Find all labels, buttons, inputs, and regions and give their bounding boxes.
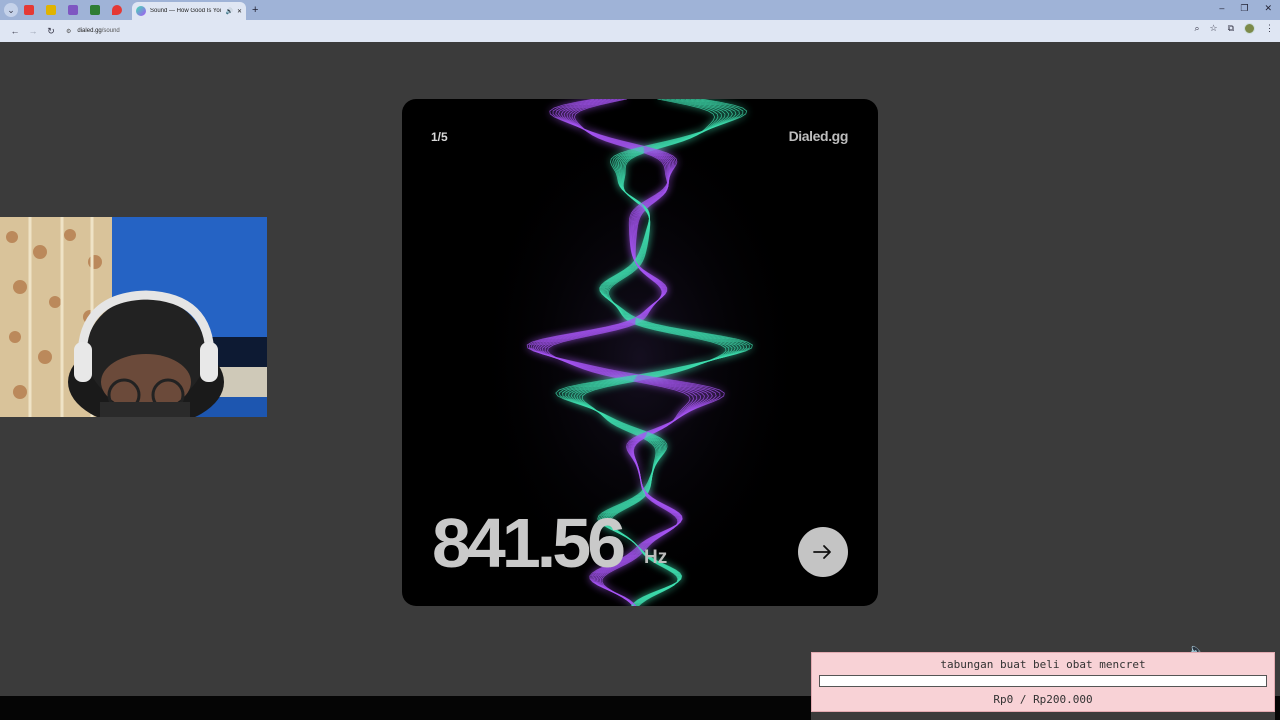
x-app-icon [90, 5, 100, 15]
tab-active[interactable]: Sound — How Good Is You 🔊 ✕ [132, 2, 246, 20]
taskbar-strip [0, 696, 811, 720]
pinned-tab-maps[interactable] [106, 0, 128, 20]
site-favicon-icon [136, 6, 146, 16]
extensions-icon[interactable]: ⧉ [1228, 23, 1234, 34]
profile-avatar[interactable] [1244, 23, 1255, 34]
address-bar[interactable]: ⚙ dialed.gg/sound [66, 28, 120, 35]
pinned-tab-notes[interactable] [40, 0, 62, 20]
browser-menu-icon[interactable]: ⋮ [1265, 23, 1274, 34]
tab-close-icon[interactable]: ✕ [237, 8, 242, 15]
toolbar-actions: ⌕ ☆ ⧉ ⋮ [1194, 23, 1274, 34]
pinned-tab-youtube[interactable] [18, 0, 40, 20]
browser-tabstrip: ⌄ Sound — How Good Is You 🔊 ✕ + – ❐ ✕ [0, 0, 1280, 20]
brand-logo[interactable]: Dialed.gg [789, 128, 849, 144]
arrow-right-icon [813, 545, 831, 559]
donation-amount: Rp0 / Rp200.000 [993, 693, 1093, 706]
site-info-icon[interactable]: ⚙ [66, 28, 71, 35]
notes-icon [46, 5, 56, 15]
restore-button[interactable]: ❐ [1240, 3, 1248, 14]
tab-search-icon[interactable]: ⌄ [4, 3, 18, 17]
browser-toolbar: ← → ↻ ⚙ dialed.gg/sound ⌕ ☆ ⧉ ⋮ [0, 20, 1280, 42]
speaker-icon[interactable]: 🔊 [225, 8, 232, 15]
youtube-icon [24, 5, 34, 15]
maps-icon [112, 5, 122, 15]
close-window-button[interactable]: ✕ [1264, 3, 1272, 14]
webcam-image [0, 217, 267, 417]
taskbar-strip-right [1275, 696, 1280, 720]
next-button[interactable] [798, 527, 848, 577]
donation-title: tabungan buat beli obat mencret [940, 658, 1146, 671]
webcam-overlay [0, 217, 267, 417]
frequency-value: 841.56 [432, 504, 626, 582]
tab-title: Sound — How Good Is You [150, 8, 222, 14]
new-tab-button[interactable]: + [252, 4, 258, 16]
pinned-tab-xapp[interactable] [84, 0, 106, 20]
sound-test-card: 1/5 Dialed.gg 841.56 Hz [402, 99, 878, 606]
window-controls: – ❐ ✕ [1219, 3, 1272, 14]
donation-goal-widget: tabungan buat beli obat mencret Rp0 / Rp… [811, 652, 1275, 712]
twitch-icon [68, 5, 78, 15]
minimize-button[interactable]: – [1219, 3, 1224, 14]
reload-icon[interactable]: ↻ [42, 26, 60, 37]
url-path: /sound [101, 28, 120, 34]
zoom-icon[interactable]: ⌕ [1194, 23, 1199, 34]
pinned-tab-twitch[interactable] [62, 0, 84, 20]
forward-icon[interactable]: → [24, 26, 42, 36]
bookmark-star-icon[interactable]: ☆ [1209, 23, 1217, 34]
donation-progress-bar [819, 675, 1267, 687]
frequency-unit: Hz [644, 547, 668, 568]
back-icon[interactable]: ← [6, 26, 24, 36]
url-host: dialed.gg [77, 28, 102, 34]
question-counter: 1/5 [431, 130, 448, 144]
